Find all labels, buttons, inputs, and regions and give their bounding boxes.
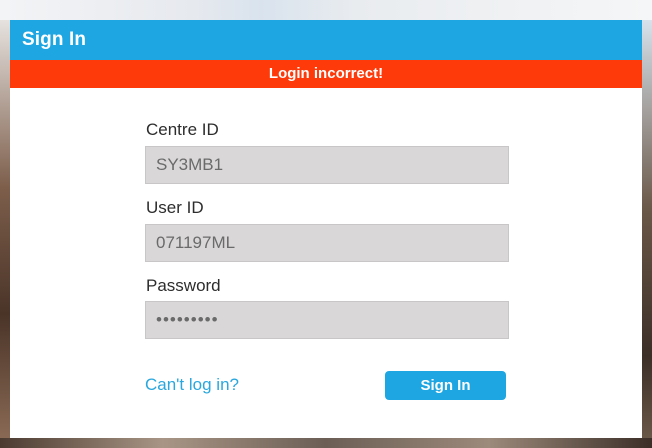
sign-in-button[interactable]: Sign In [385, 371, 506, 400]
password-input[interactable] [145, 301, 509, 339]
cant-log-in-link[interactable]: Can't log in? [145, 375, 239, 395]
error-message: Login incorrect! [268, 65, 384, 82]
background-photo-bottom [0, 438, 652, 448]
centre-id-input[interactable] [145, 146, 509, 184]
user-id-input[interactable] [145, 224, 509, 262]
user-id-label: User ID [146, 198, 204, 217]
background-photo-left [0, 20, 10, 440]
centre-id-label: Centre ID [146, 120, 219, 139]
sign-in-panel: Sign In Login incorrect! Centre ID User … [10, 20, 642, 438]
background-photo-right [642, 20, 652, 440]
error-banner: Login incorrect! [10, 60, 642, 88]
password-label: Password [146, 276, 221, 295]
panel-header: Sign In [10, 20, 642, 60]
panel-title: Sign In [22, 29, 87, 50]
background-photo-top [0, 0, 652, 20]
